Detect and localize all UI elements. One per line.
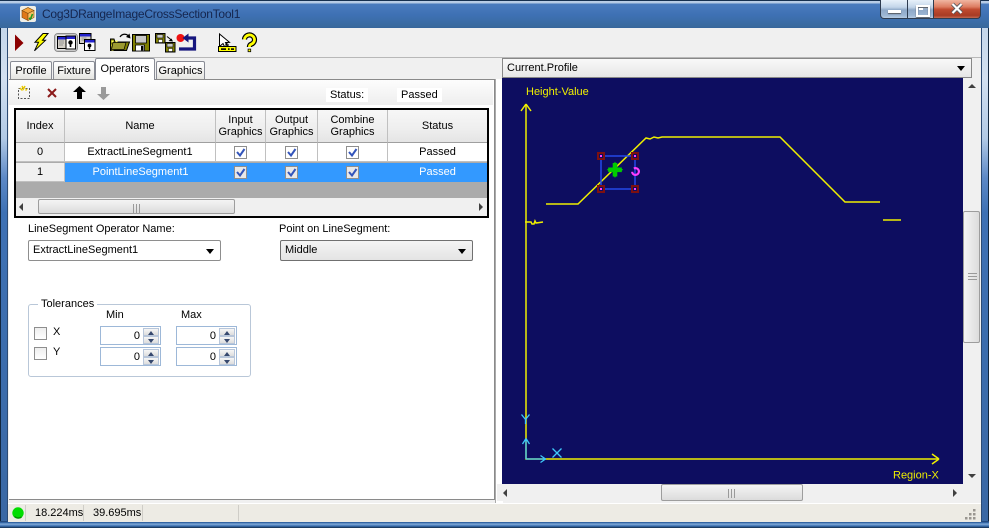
svg-text:Height-Value: Height-Value — [526, 86, 589, 98]
svg-text:Region-X: Region-X — [893, 470, 940, 482]
